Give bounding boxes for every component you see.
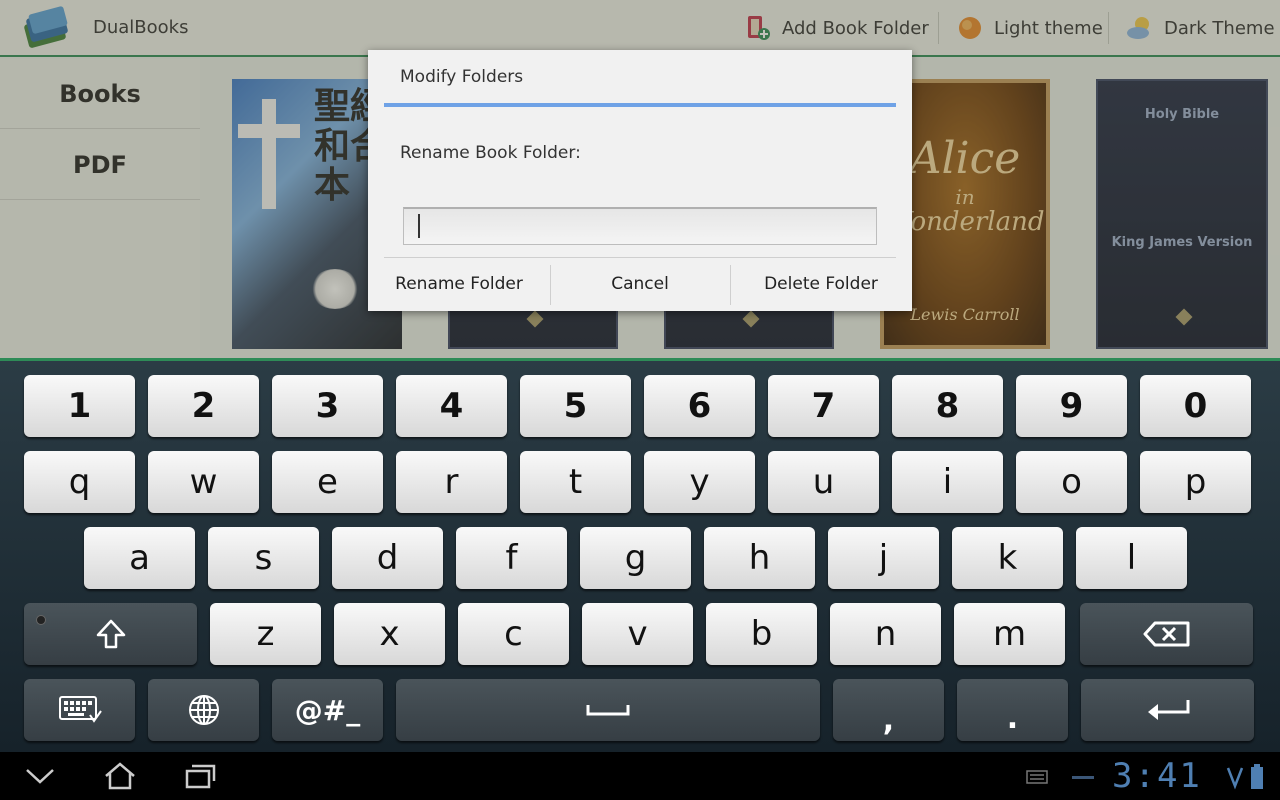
key-f[interactable]: f [456,527,567,589]
key-a[interactable]: a [84,527,195,589]
key-g[interactable]: g [580,527,691,589]
hide-keyboard-button[interactable] [18,760,62,792]
key-t[interactable]: t [520,451,631,513]
key-q[interactable]: q [24,451,135,513]
key-n[interactable]: n [830,603,941,665]
folder-name-input[interactable] [403,207,877,245]
delete-folder-button[interactable]: Delete Folder [730,259,912,309]
home-button[interactable] [98,760,142,792]
button-bar-divider [384,257,896,258]
rename-folder-button[interactable]: Rename Folder [368,259,550,309]
symbols-key[interactable]: @#_ [272,679,383,741]
key-h[interactable]: h [704,527,815,589]
key-r[interactable]: r [396,451,507,513]
key-5[interactable]: 5 [520,375,631,437]
key-l[interactable]: l [1076,527,1187,589]
key-4[interactable]: 4 [396,375,507,437]
clock: 3:41 [1112,756,1202,796]
soft-keyboard: 1 2 3 4 5 6 7 8 9 0 q w e r t y u i o p … [0,361,1280,752]
key-0[interactable]: 0 [1140,375,1251,437]
caps-lock-indicator [36,615,46,625]
cancel-button[interactable]: Cancel [550,259,730,309]
comma-label: , [882,702,895,738]
period-label: . [1006,700,1019,736]
enter-arrow-icon [1147,700,1189,720]
shift-arrow-icon [96,619,125,649]
text-cursor [418,214,420,238]
dialog-title-divider [384,103,896,107]
key-c[interactable]: c [458,603,569,665]
dialog-title: Modify Folders [400,67,524,87]
home-icon [105,762,135,790]
key-u[interactable]: u [768,451,879,513]
key-o[interactable]: o [1016,451,1127,513]
key-1[interactable]: 1 [24,375,135,437]
backspace-key[interactable] [1080,603,1253,665]
recent-apps-button[interactable] [178,760,222,792]
key-p[interactable]: p [1140,451,1251,513]
comma-key[interactable]: , [833,679,944,741]
key-s[interactable]: s [208,527,319,589]
period-key[interactable]: . [957,679,1068,741]
key-2[interactable]: 2 [148,375,259,437]
enter-key[interactable] [1081,679,1254,741]
key-k[interactable]: k [952,527,1063,589]
globe-icon [188,695,219,725]
key-m[interactable]: m [954,603,1065,665]
backspace-icon [1143,621,1189,647]
space-icon [586,705,630,716]
usb-icon [1226,767,1244,790]
chevron-down-icon [26,769,54,784]
key-b[interactable]: b [706,603,817,665]
key-d[interactable]: d [332,527,443,589]
key-6[interactable]: 6 [644,375,755,437]
space-key[interactable] [396,679,820,741]
key-v[interactable]: v [582,603,693,665]
recent-apps-icon [185,764,216,789]
shift-key[interactable] [24,603,197,665]
modify-folders-dialog: Modify Folders Rename Book Folder: Renam… [368,50,912,311]
key-x[interactable]: x [334,603,445,665]
key-w[interactable]: w [148,451,259,513]
battery-icon [1251,764,1263,789]
key-7[interactable]: 7 [768,375,879,437]
keyboard-hide-icon [58,696,102,723]
key-j[interactable]: j [828,527,939,589]
key-y[interactable]: y [644,451,755,513]
keyboard-status-icon [1026,770,1048,784]
key-3[interactable]: 3 [272,375,383,437]
key-e[interactable]: e [272,451,383,513]
rename-folder-label: Rename Book Folder: [400,143,581,163]
language-key[interactable] [148,679,259,741]
key-i[interactable]: i [892,451,1003,513]
key-z[interactable]: z [210,603,321,665]
notification-dash-icon [1072,776,1094,779]
key-9[interactable]: 9 [1016,375,1127,437]
keyboard-settings-key[interactable] [24,679,135,741]
key-8[interactable]: 8 [892,375,1003,437]
system-navigation-bar: 3:41 [0,752,1280,800]
